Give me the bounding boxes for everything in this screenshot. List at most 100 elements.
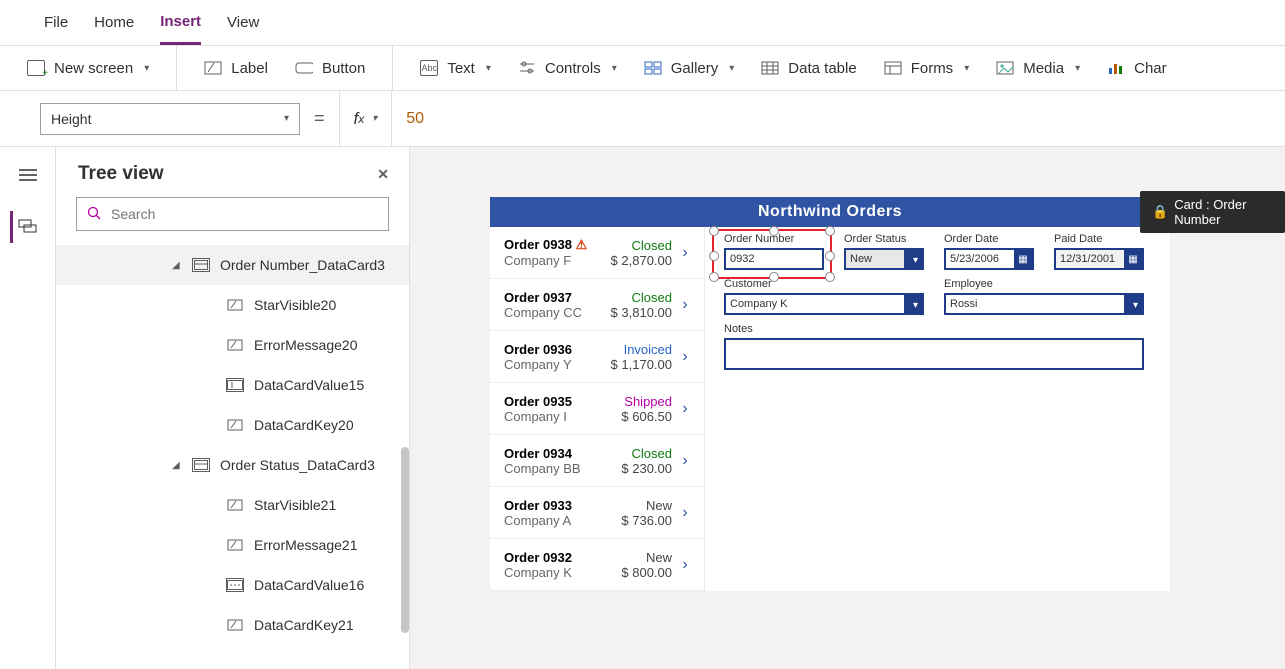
tree-leaf[interactable]: ErrorMessage21 xyxy=(56,525,409,565)
gallery-row[interactable]: Order 0933Company ANew$ 736.00› xyxy=(490,487,704,539)
tree-node-label: DataCardKey20 xyxy=(254,417,354,433)
formula-input[interactable]: 50 xyxy=(392,110,424,128)
chevron-down-icon: ▾ xyxy=(913,255,918,266)
gallery-row[interactable]: Order 0935Company IShipped$ 606.50› xyxy=(490,383,704,435)
tree-leaf[interactable]: StarVisible20 xyxy=(56,285,409,325)
menu-home[interactable]: Home xyxy=(94,2,134,43)
order-amount: $ 1,170.00 xyxy=(611,357,672,372)
fx-button[interactable]: fx ▾ xyxy=(339,91,392,147)
body: Tree view ✕ ◢ Order Number_DataCard3 Sta… xyxy=(0,147,1285,669)
value-customer: Company K xyxy=(730,298,787,310)
order-amount: $ 606.50 xyxy=(621,409,672,424)
data-table-button[interactable]: Data table xyxy=(761,60,856,77)
input-employee[interactable]: Rossi▾ xyxy=(944,293,1144,315)
media-icon xyxy=(996,60,1014,76)
input-notes[interactable] xyxy=(724,338,1144,370)
tree-panel: Tree view ✕ ◢ Order Number_DataCard3 Sta… xyxy=(56,147,410,669)
scrollbar[interactable] xyxy=(401,447,409,633)
label-icon xyxy=(226,538,244,552)
gallery-button[interactable]: Gallery ▾ xyxy=(644,60,735,77)
input-customer[interactable]: Company K▾ xyxy=(724,293,924,315)
label-customer: Customer xyxy=(724,278,924,290)
new-screen-button[interactable]: New screen ▾ xyxy=(27,60,149,77)
order-form: Order Number 0932 Order Status New▾ Orde… xyxy=(710,233,1164,370)
forms-button[interactable]: Forms ▾ xyxy=(884,60,970,77)
search-field[interactable] xyxy=(109,205,378,223)
chevron-right-icon: › xyxy=(676,348,694,366)
search-input[interactable] xyxy=(76,197,389,231)
order-status: Shipped xyxy=(621,394,672,409)
tree-leaf[interactable]: StarVisible21 xyxy=(56,485,409,525)
order-status: New xyxy=(621,498,672,513)
chevron-right-icon: › xyxy=(676,504,694,522)
text-button[interactable]: Abc Text ▾ xyxy=(420,60,491,77)
property-selector[interactable]: Height ▾ xyxy=(40,103,300,135)
button-button[interactable]: Button xyxy=(295,60,365,77)
input-paid-date[interactable]: 12/31/2001▦ xyxy=(1054,248,1144,270)
order-id: Order 0934 xyxy=(504,446,621,461)
tree-leaf[interactable]: DataCardValue16 xyxy=(56,565,409,605)
order-company: Company CC xyxy=(504,305,611,320)
forms-label: Forms xyxy=(911,60,954,77)
order-company: Company I xyxy=(504,409,621,424)
controls-icon xyxy=(518,60,536,76)
label-paid-date: Paid Date xyxy=(1054,233,1144,245)
menu-file[interactable]: File xyxy=(44,2,68,43)
datacard-icon xyxy=(192,258,210,272)
chart-button[interactable]: Char xyxy=(1107,60,1167,77)
label-icon xyxy=(226,298,244,312)
orders-gallery[interactable]: Order 0938 ⚠Company FClosed$ 2,870.00›Or… xyxy=(490,227,705,591)
controls-label: Controls xyxy=(545,60,601,77)
tree-node-label: DataCardKey21 xyxy=(254,617,354,633)
tree-node-label: StarVisible20 xyxy=(254,297,336,313)
gallery-row[interactable]: Order 0932Company KNew$ 800.00› xyxy=(490,539,704,591)
input-order-status[interactable]: New▾ xyxy=(844,248,924,270)
equals-sign: = xyxy=(314,108,325,129)
chevron-down-icon: ▾ xyxy=(1133,300,1138,311)
canvas[interactable]: 🔒 Card : Order Number Northwind Orders O… xyxy=(410,147,1285,669)
chevron-down-icon: ▾ xyxy=(964,63,969,74)
menu-insert[interactable]: Insert xyxy=(160,1,201,45)
tree-leaf[interactable]: DataCardKey21 xyxy=(56,605,409,645)
menu-view[interactable]: View xyxy=(227,2,259,43)
chevron-right-icon: › xyxy=(676,296,694,314)
controls-button[interactable]: Controls ▾ xyxy=(518,60,617,77)
media-button[interactable]: Media ▾ xyxy=(996,60,1080,77)
datacard-icon xyxy=(192,458,210,472)
button-label: Button xyxy=(322,60,365,77)
tree-view-rail-button[interactable] xyxy=(10,211,42,243)
gallery-row[interactable]: Order 0934Company BBClosed$ 230.00› xyxy=(490,435,704,487)
tree-node-label: Order Status_DataCard3 xyxy=(220,457,375,473)
label-icon xyxy=(226,338,244,352)
text-icon: Abc xyxy=(420,60,438,76)
media-label: Media xyxy=(1023,60,1064,77)
property-name: Height xyxy=(51,111,91,127)
close-icon[interactable]: ✕ xyxy=(377,166,389,183)
forms-icon xyxy=(884,60,902,76)
hamburger-icon[interactable] xyxy=(12,159,44,191)
calendar-icon: ▦ xyxy=(1014,250,1032,268)
warning-icon: ⚠ xyxy=(576,237,588,252)
order-amount: $ 800.00 xyxy=(621,565,672,580)
order-id: Order 0937 xyxy=(504,290,611,305)
gallery-row[interactable]: Order 0938 ⚠Company FClosed$ 2,870.00› xyxy=(490,227,704,279)
input-order-date[interactable]: 5/23/2006▦ xyxy=(944,248,1034,270)
label-icon xyxy=(226,618,244,632)
order-id: Order 0938 ⚠ xyxy=(504,237,611,253)
input-order-number[interactable]: 0932 xyxy=(724,248,824,270)
dropdown-icon xyxy=(226,578,244,592)
tree-card-order-status[interactable]: ◢ Order Status_DataCard3 xyxy=(56,445,409,485)
app-title: Northwind Orders xyxy=(758,203,902,221)
screen-add-icon xyxy=(27,60,45,76)
search-icon xyxy=(87,206,101,223)
tree-leaf[interactable]: DataCardKey20 xyxy=(56,405,409,445)
button-icon xyxy=(295,60,313,76)
label-button[interactable]: Label xyxy=(204,60,268,77)
chevron-right-icon: › xyxy=(676,400,694,418)
gallery-row[interactable]: Order 0937Company CCClosed$ 3,810.00› xyxy=(490,279,704,331)
tree-header: Tree view ✕ xyxy=(56,147,409,197)
tree-leaf[interactable]: ErrorMessage20 xyxy=(56,325,409,365)
tree-leaf[interactable]: DataCardValue15 xyxy=(56,365,409,405)
gallery-row[interactable]: Order 0936Company YInvoiced$ 1,170.00› xyxy=(490,331,704,383)
tree-card-order-number[interactable]: ◢ Order Number_DataCard3 xyxy=(56,245,409,285)
